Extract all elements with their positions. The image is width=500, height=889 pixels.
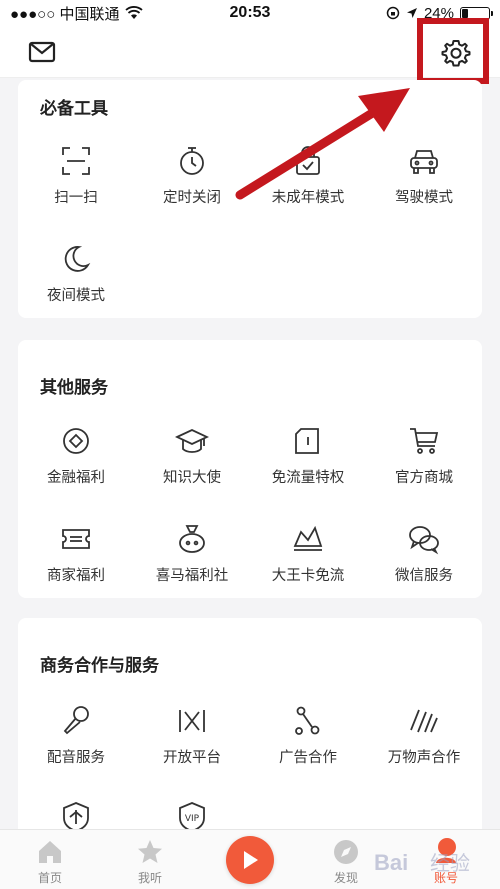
- play-button[interactable]: [226, 836, 274, 884]
- business-dubbing[interactable]: 配音服务: [18, 704, 134, 767]
- tab-label: 我听: [137, 871, 162, 885]
- service-label: 商家福利: [47, 568, 105, 584]
- business-open-platform[interactable]: 开放平台: [134, 704, 250, 767]
- service-free-traffic[interactable]: 免流量特权: [250, 424, 366, 487]
- tool-label: 定时关闭: [163, 190, 221, 206]
- car-icon: [410, 150, 438, 174]
- tool-scan[interactable]: 扫一扫: [18, 144, 134, 207]
- sound-cooperation-icon: [410, 709, 438, 733]
- star-icon: [138, 840, 162, 863]
- tool-label: 扫一扫: [54, 190, 98, 206]
- service-label: 官方商城: [395, 470, 453, 486]
- service-label: 大王卡免流: [271, 568, 345, 584]
- tool-label: 未成年模式: [271, 190, 345, 206]
- section-title: 商务合作与服务: [40, 656, 159, 675]
- service-label: 微信服务: [395, 568, 453, 584]
- wechat-icon: [409, 526, 439, 555]
- tab-home[interactable]: 首页: [0, 830, 100, 889]
- rotation-lock-icon: [386, 6, 400, 20]
- minor-mode-icon: [296, 146, 320, 175]
- service-label: 知识大使: [163, 470, 221, 486]
- svg-text:Bai: Bai: [374, 850, 408, 875]
- business-label: 万物声合作: [387, 750, 461, 766]
- ad-cooperation-icon: [295, 706, 320, 735]
- tool-night-mode[interactable]: 夜间模式: [18, 242, 134, 305]
- tab-label: 首页: [37, 871, 62, 885]
- wifi-icon: [125, 6, 144, 19]
- finance-icon: [63, 428, 89, 454]
- compass-icon: [334, 840, 358, 864]
- business-card: 商务合作与服务 配音服务 开放平台 广告合作 万物声合作 VIP: [18, 618, 482, 838]
- graduation-cap-icon: [175, 429, 209, 453]
- open-platform-icon: [179, 710, 205, 732]
- money-bag-icon: [179, 525, 205, 553]
- tool-driving-mode[interactable]: 驾驶模式: [366, 144, 482, 207]
- section-title: 其他服务: [40, 378, 108, 397]
- service-merchant[interactable]: 商家福利: [18, 522, 134, 585]
- tool-label: 夜间模式: [47, 288, 105, 304]
- service-label: 免流量特权: [271, 470, 345, 486]
- tool-minor-mode[interactable]: 未成年模式: [250, 144, 366, 207]
- cart-icon: [410, 428, 439, 454]
- tool-label: 驾驶模式: [395, 190, 453, 206]
- sim-card-icon: [295, 428, 319, 454]
- microphone-icon: [63, 706, 89, 735]
- svg-text:经验: 经验: [430, 851, 470, 875]
- carrier-label: ●●●○○ 中国联通: [10, 5, 120, 23]
- play-icon: [244, 851, 258, 869]
- service-knowledge[interactable]: 知识大使: [134, 424, 250, 487]
- other-services-card: 其他服务 金融福利 知识大使 免流量特权 官方商城 商家福利 喜马福利社 大王卡…: [18, 340, 482, 598]
- service-mall[interactable]: 官方商城: [366, 424, 482, 487]
- business-ad[interactable]: 广告合作: [250, 704, 366, 767]
- service-wechat[interactable]: 微信服务: [366, 522, 482, 585]
- service-finance[interactable]: 金融福利: [18, 424, 134, 487]
- annotation-highlight-box: [417, 18, 489, 84]
- service-label: 金融福利: [47, 470, 105, 486]
- business-label: 配音服务: [47, 750, 105, 766]
- watermark-logo: Bai 经验: [374, 850, 470, 875]
- ticket-icon: [62, 529, 90, 549]
- mail-icon[interactable]: [28, 40, 56, 64]
- section-title: 必备工具: [40, 99, 108, 118]
- business-sound[interactable]: 万物声合作: [366, 704, 482, 767]
- service-king-card[interactable]: 大王卡免流: [250, 522, 366, 585]
- tab-listen[interactable]: 我听: [100, 830, 200, 889]
- business-label: 广告合作: [279, 750, 337, 766]
- tools-card: 必备工具 扫一扫 定时关闭 未成年模式 驾驶模式 夜间模式: [18, 80, 482, 318]
- moon-icon: [64, 246, 91, 272]
- business-label: 开放平台: [163, 750, 221, 766]
- service-label: 喜马福利社: [155, 568, 229, 584]
- svg-text:VIP: VIP: [185, 814, 200, 824]
- crown-card-icon: [293, 525, 323, 551]
- timer-icon: [180, 147, 204, 175]
- home-icon: [39, 841, 61, 863]
- scan-icon: [62, 147, 90, 175]
- tool-timer[interactable]: 定时关闭: [134, 144, 250, 207]
- service-ximalaya-club[interactable]: 喜马福利社: [134, 522, 250, 585]
